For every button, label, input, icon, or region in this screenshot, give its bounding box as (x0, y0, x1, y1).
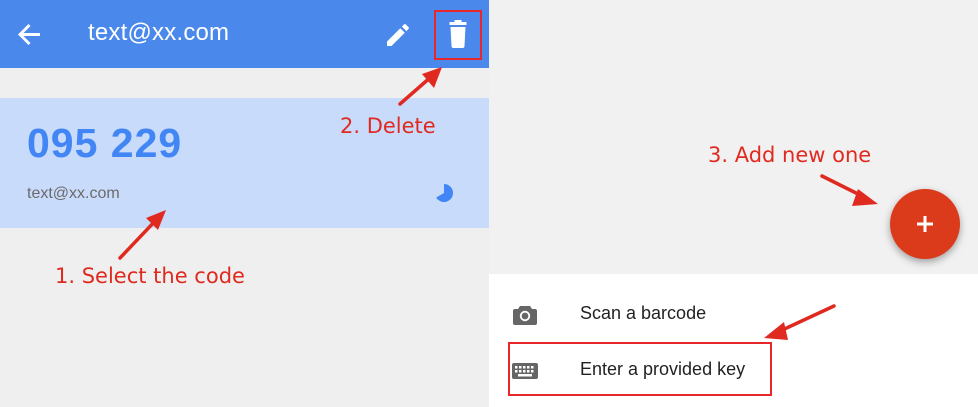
back-button[interactable] (14, 18, 46, 50)
annotation-delete: 2. Delete (340, 114, 436, 138)
enter-key-highlight-box (508, 342, 772, 396)
scan-barcode-label: Scan a barcode (580, 303, 707, 323)
annotation-select-code: 1. Select the code (55, 264, 245, 288)
left-panel: text@xx.com 095 229 text@xx.com (0, 0, 489, 407)
scan-barcode-option[interactable]: Scan a barcode (489, 288, 978, 342)
otp-code: 095 229 (27, 120, 183, 166)
app-bar: text@xx.com (0, 0, 489, 68)
annotation-add-new: 3. Add new one (708, 143, 872, 167)
arrow-back-icon (18, 24, 40, 45)
countdown-pie-icon (436, 184, 453, 202)
pencil-icon (387, 24, 409, 46)
code-account-label: text@xx.com (27, 185, 120, 202)
camera-icon (513, 306, 537, 325)
plus-icon (917, 216, 933, 232)
delete-highlight-box (434, 10, 482, 60)
page-title: text@xx.com (88, 19, 230, 46)
add-account-fab[interactable] (890, 189, 960, 259)
edit-button[interactable] (383, 19, 413, 49)
